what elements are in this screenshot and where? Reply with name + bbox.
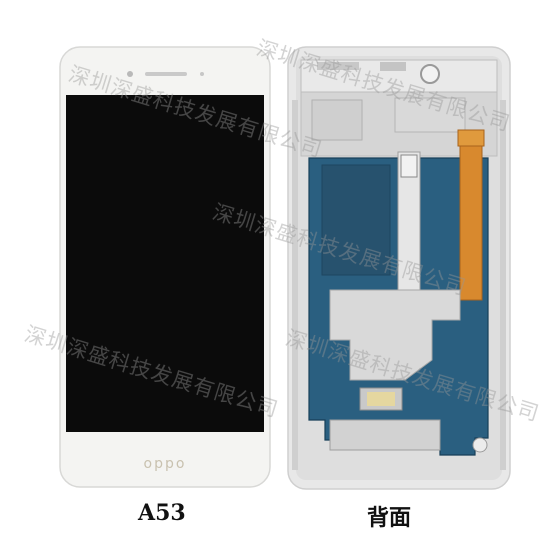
front-speaker bbox=[145, 72, 187, 76]
caption-back: 背面 bbox=[367, 505, 412, 531]
front-sensor-icon bbox=[200, 72, 204, 76]
product-photo: oppo 深圳深盛科技发展有限公司 深圳深盛科技发展有限公司 深圳深盛科技发展有… bbox=[0, 0, 550, 534]
front-brand-logo: oppo bbox=[144, 456, 187, 472]
caption-front: A53 bbox=[138, 500, 186, 526]
